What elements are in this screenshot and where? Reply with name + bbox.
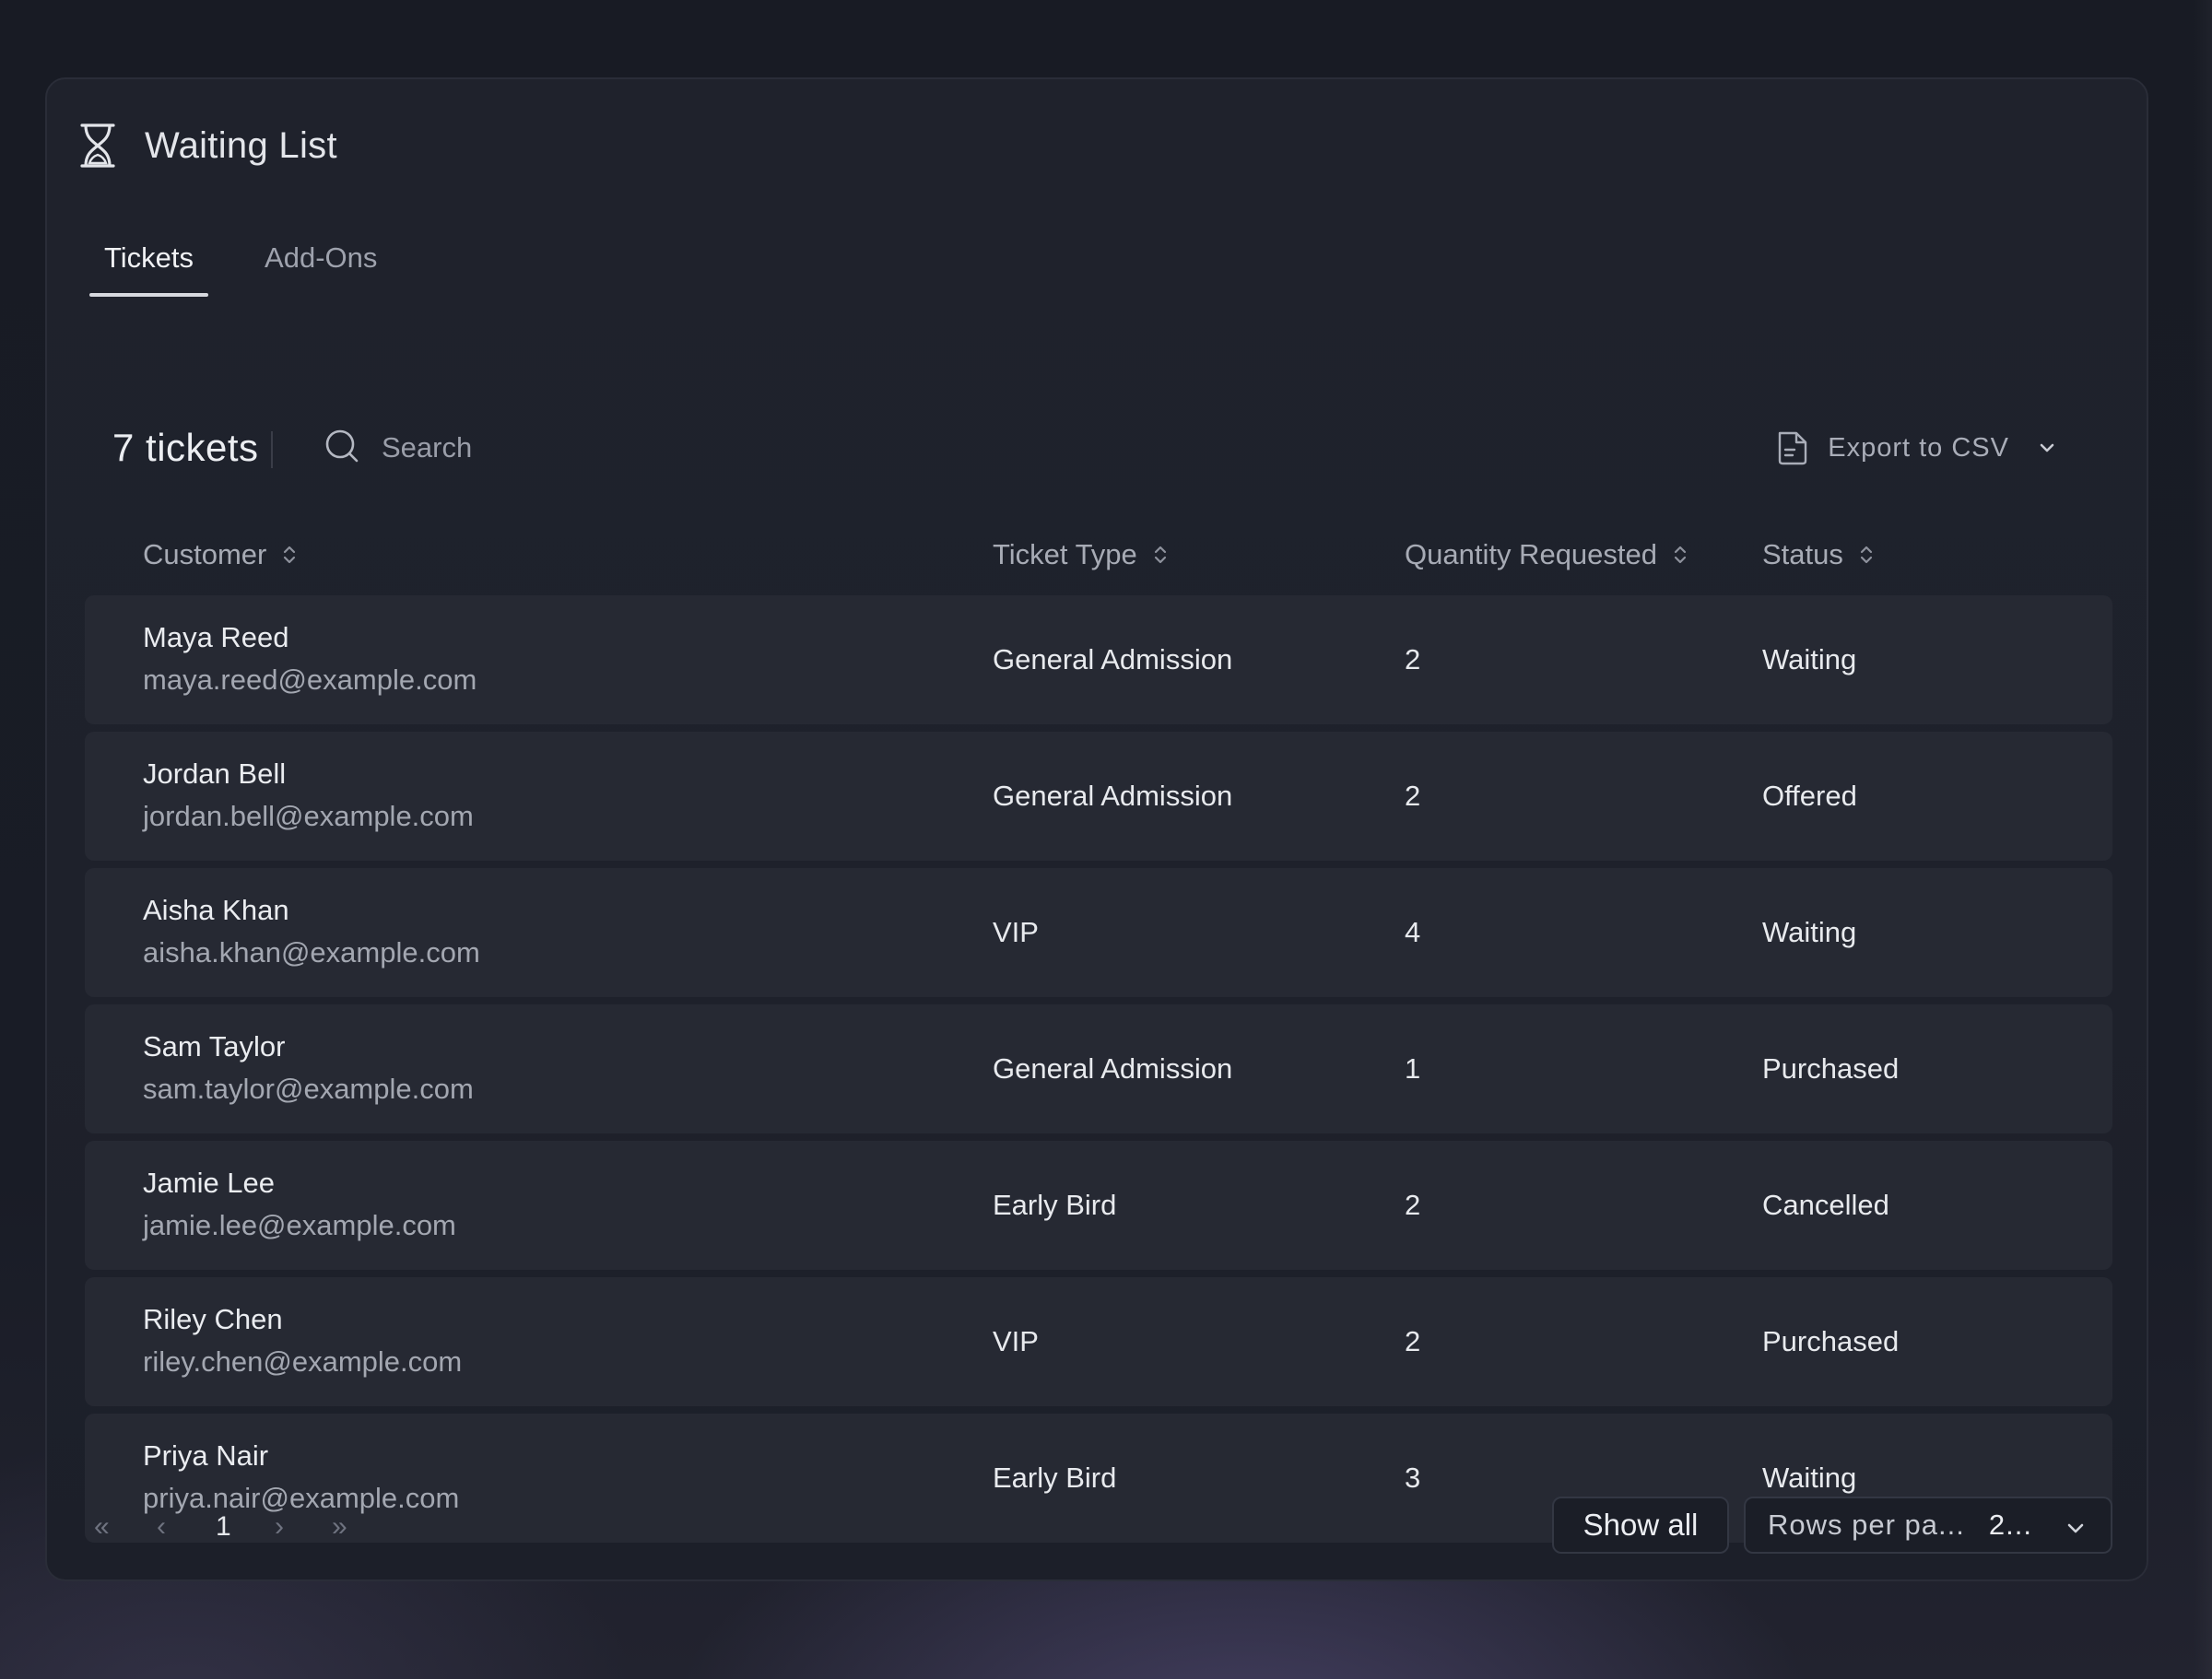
tab-add-ons[interactable]: Add-Ons [250,234,392,299]
column-label: Status [1762,538,1843,570]
customer-email: jamie.lee@example.com [143,1209,456,1241]
quantity-cell: 1 [1405,1052,1421,1085]
quantity-cell: 2 [1405,780,1421,812]
export-csv-button[interactable]: Export to CSV [1776,420,2057,476]
last-page-button[interactable]: » [332,1497,347,1557]
current-page-number[interactable]: 1 [216,1497,231,1557]
customer-name: Jordan Bell [143,757,287,790]
tab-tickets[interactable]: Tickets [89,234,209,299]
customer-email: riley.chen@example.com [143,1345,463,1378]
table-footer: « ‹ 1 › » Show all Rows per pa... 2... [85,1497,2112,1557]
quantity-cell: 2 [1405,1189,1421,1221]
hourglass-icon [78,123,117,169]
table-row[interactable]: Riley Chen riley.chen@example.com VIP 2 … [85,1277,2112,1406]
customer-name: Riley Chen [143,1303,283,1335]
ticket-count: 7 tickets [112,426,259,469]
ticket-type-cell: General Admission [993,780,1233,812]
status-cell: Offered [1762,780,1857,812]
customer-name: Maya Reed [143,621,289,653]
ticket-type-cell: General Admission [993,1052,1233,1085]
column-header-status[interactable]: Status [1762,518,1875,592]
ticket-type-cell: Early Bird [993,1189,1117,1221]
column-header-customer[interactable]: Customer [143,518,298,592]
waiting-list-panel: Waiting List Tickets Add-Ons 7 tickets S… [45,77,2148,1581]
sort-icon [281,542,298,568]
first-page-button[interactable]: « [94,1497,110,1557]
toolbar-divider [271,431,273,468]
page-title: Waiting List [145,124,337,166]
next-page-button[interactable]: › [275,1497,284,1557]
table-row[interactable]: Sam Taylor sam.taylor@example.com Genera… [85,1004,2112,1133]
ticket-type-cell: General Admission [993,643,1233,675]
column-header-ticket-type[interactable]: Ticket Type [993,518,1169,592]
customer-email: maya.reed@example.com [143,663,477,696]
customer-cell: Jamie Lee jamie.lee@example.com [143,1141,456,1270]
ticket-type-cell: VIP [993,1325,1039,1357]
status-cell: Waiting [1762,643,1857,675]
quantity-cell: 4 [1405,916,1421,948]
show-all-button[interactable]: Show all [1552,1497,1729,1554]
customer-name: Aisha Khan [143,894,289,926]
status-cell: Purchased [1762,1052,1900,1085]
ticket-type-cell: VIP [993,916,1039,948]
table-row[interactable]: Jordan Bell jordan.bell@example.com Gene… [85,732,2112,861]
customer-cell: Riley Chen riley.chen@example.com [143,1277,462,1406]
column-label: Ticket Type [993,538,1137,570]
status-cell: Waiting [1762,916,1857,948]
customer-cell: Aisha Khan aisha.khan@example.com [143,868,480,997]
panel-header: Waiting List [78,111,337,181]
customer-cell: Maya Reed maya.reed@example.com [143,595,477,724]
export-csv-label: Export to CSV [1828,432,2009,463]
table-row[interactable]: Aisha Khan aisha.khan@example.com VIP 4 … [85,868,2112,997]
tab-bar: Tickets Add-Ons [89,234,392,299]
customer-name: Priya Nair [143,1439,269,1472]
rows-per-page-select[interactable]: Rows per pa... 2... [1744,1497,2112,1554]
search-icon [324,429,359,468]
customer-cell: Jordan Bell jordan.bell@example.com [143,732,474,861]
customer-name: Sam Taylor [143,1030,286,1063]
file-export-icon [1776,429,1809,466]
status-cell: Cancelled [1762,1189,1889,1221]
table-row[interactable]: Jamie Lee jamie.lee@example.com Early Bi… [85,1141,2112,1270]
customer-email: aisha.khan@example.com [143,936,480,969]
customer-name: Jamie Lee [143,1167,276,1199]
customer-cell: Sam Taylor sam.taylor@example.com [143,1004,474,1133]
window-edge [2194,0,2212,1679]
customer-email: jordan.bell@example.com [143,800,474,832]
table-toolbar: 7 tickets Export to CSV [112,420,2103,476]
sort-icon [1672,542,1688,568]
quantity-cell: 2 [1405,1325,1421,1357]
search-input[interactable] [380,430,660,465]
column-header-quantity[interactable]: Quantity Requested [1405,518,1688,592]
status-cell: Purchased [1762,1325,1900,1357]
column-label: Quantity Requested [1405,538,1658,570]
sort-icon [1152,542,1169,568]
sort-icon [1858,542,1875,568]
table-header: Customer Ticket Type Quantity Requested … [85,518,2112,592]
chevron-down-icon [2037,438,2057,458]
customer-email: sam.taylor@example.com [143,1073,474,1105]
table-row[interactable]: Maya Reed maya.reed@example.com General … [85,595,2112,724]
quantity-cell: 2 [1405,643,1421,675]
previous-page-button[interactable]: ‹ [157,1497,166,1557]
chevron-down-icon [2065,1517,2087,1539]
rows-per-page-value: 2... [1988,1509,2032,1541]
search-box[interactable] [324,420,660,476]
rows-per-page-label: Rows per pa... [1768,1509,1965,1541]
column-label: Customer [143,538,267,570]
